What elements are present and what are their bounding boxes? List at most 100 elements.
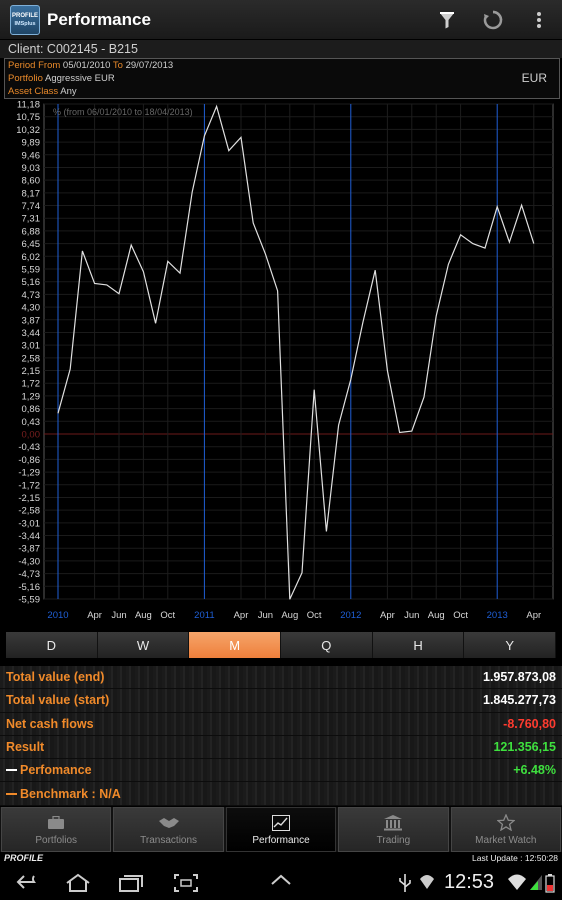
tab-market-watch-label: Market Watch [475, 834, 537, 846]
y-tick-label: 9,46 [22, 150, 41, 161]
tab-portfolios-label: Portfolios [35, 834, 78, 846]
y-tick-label: 4,73 [22, 290, 41, 301]
screenshot-icon[interactable] [173, 873, 199, 893]
system-clock: 12:53 [444, 871, 495, 893]
currency-label: EUR [521, 71, 547, 85]
y-tick-label: -3,44 [18, 531, 40, 542]
bottom-tab-bar: Portfolios Transactions Performance Trad… [0, 807, 562, 852]
benchmark-label: Benchmark : N/A [20, 786, 121, 801]
overflow-menu-icon[interactable] [516, 0, 562, 40]
portfolio-label: Portfolio [8, 73, 43, 84]
battery-icon [545, 874, 555, 893]
filter-icon[interactable] [424, 0, 470, 40]
tab-performance-label: Performance [252, 834, 310, 846]
y-tick-label: -1,29 [18, 468, 40, 479]
y-tick-label: -2,15 [18, 493, 40, 504]
period-button-m[interactable]: M [189, 632, 282, 658]
result-label: Result [6, 740, 45, 755]
client-label: Client: [8, 42, 44, 56]
y-tick-label: 9,03 [22, 163, 41, 174]
x-tick-label: Aug [281, 610, 298, 621]
filter-info-box[interactable]: Period From 05/01/2010 To 29/07/2013 Por… [4, 58, 560, 99]
benchmark-row: Benchmark : N/A [0, 782, 562, 806]
y-tick-label: 11,18 [17, 100, 40, 111]
y-tick-label: 2,15 [22, 366, 41, 377]
y-tick-label: -0,86 [18, 455, 40, 466]
tab-portfolios[interactable]: Portfolios [1, 807, 112, 852]
tab-transactions[interactable]: Transactions [113, 807, 224, 852]
performance-chart[interactable]: 11,18 10,75 10,32 9,89 9,46 9,03 8,60 8,17 7,74 7… [0, 99, 562, 629]
total-value-end-row: Total value (end) 1.957.873,08 [0, 666, 562, 690]
tab-trading-label: Trading [376, 834, 411, 846]
net-cash-flows-row: Net cash flows -8.760,80 [0, 712, 562, 736]
tab-trading[interactable]: Trading [338, 807, 449, 852]
y-tick-label: -5,59 [18, 595, 40, 606]
tab-market-watch[interactable]: Market Watch [450, 807, 562, 852]
period-button-y[interactable]: Y [464, 632, 557, 658]
signal-icon [530, 875, 542, 890]
benchmark-legend-swatch [6, 792, 17, 795]
app-logo[interactable]: PROFILE IMSplus [10, 4, 40, 35]
y-tick-label: 3,01 [22, 341, 41, 352]
back-icon[interactable] [16, 873, 42, 891]
y-tick-label: 0,86 [22, 404, 41, 415]
usb-icon [399, 874, 411, 892]
y-tick-label: 10,32 [16, 125, 40, 136]
performance-chart-svg: 11,1810,75 10,32 9,899,46 9,03 8,608,17 7,74 7… [16, 100, 554, 621]
wifi-icon [508, 874, 526, 890]
period-button-d[interactable]: D [6, 632, 98, 658]
y-tick-label: 6,02 [22, 252, 41, 263]
period-button-w[interactable]: W [97, 632, 190, 658]
y-tick-label: -2,58 [18, 506, 40, 517]
x-tick-label: Apr [87, 610, 102, 621]
result-value: 121.356,15 [493, 740, 556, 755]
y-tick-label: -1,72 [18, 480, 40, 491]
x-tick-label: Oct [307, 610, 322, 621]
y-tick-label: 0,00 [22, 430, 41, 441]
y-tick-label: 10,75 [16, 112, 40, 123]
period-label: Period From [8, 60, 61, 71]
notification-icon [420, 875, 434, 889]
performance-row: Perfomance +6.48% [0, 759, 562, 783]
refresh-icon[interactable] [470, 0, 516, 40]
tab-performance[interactable]: Performance [225, 807, 337, 852]
x-tick-label: Aug [135, 610, 152, 621]
period-button-h[interactable]: H [372, 632, 465, 658]
y-tick-label: 2,58 [22, 353, 41, 364]
chevron-up-icon[interactable] [270, 873, 292, 887]
x-tick-label: 2012 [340, 610, 361, 621]
y-tick-label: 6,88 [22, 226, 41, 237]
portfolio-value: Aggressive EUR [44, 73, 115, 84]
x-tick-label: 2011 [194, 610, 214, 621]
y-tick-label: -5,16 [18, 582, 40, 593]
total-value-start-label: Total value (start) [6, 693, 110, 708]
x-tick-label: 2010 [47, 610, 68, 621]
app-logo-subtext: IMSplus [14, 20, 36, 27]
home-icon[interactable] [64, 873, 92, 893]
line-chart-icon [272, 814, 291, 832]
footer: PROFILE Last Update : 12:50:28 [0, 852, 562, 865]
y-tick-label: 8,60 [22, 176, 41, 187]
performance-legend-swatch [6, 769, 17, 772]
net-cash-flows-value: -8.760,80 [503, 716, 556, 731]
stats-panel: Total value (end) 1.957.873,08 Total val… [0, 666, 562, 806]
bank-icon [384, 814, 403, 832]
briefcase-icon [47, 814, 65, 832]
y-tick-label: -4,30 [18, 556, 40, 567]
y-tick-label: 6,45 [22, 239, 41, 250]
chart-subtitle: % (from 06/01/2010 to 18/04/2013) [53, 107, 193, 117]
recent-apps-icon[interactable] [118, 873, 144, 893]
client-row: Client: C002145 - B215 [0, 40, 562, 58]
x-tick-label: Apr [380, 610, 395, 621]
x-tick-label: Jun [258, 610, 273, 621]
total-value-end-label: Total value (end) [6, 670, 105, 685]
period-selector: DWMQHY [6, 632, 557, 658]
period-button-q[interactable]: Q [281, 632, 373, 658]
x-tick-label: 2013 [487, 610, 508, 621]
x-tick-label: Jun [111, 610, 126, 621]
y-tick-label: 7,31 [22, 214, 41, 225]
y-tick-label: 1,29 [22, 391, 41, 402]
system-nav-bar: 12:53 [0, 865, 562, 900]
app-logo-text: PROFILE [11, 12, 38, 19]
y-tick-label: 3,87 [22, 315, 41, 326]
